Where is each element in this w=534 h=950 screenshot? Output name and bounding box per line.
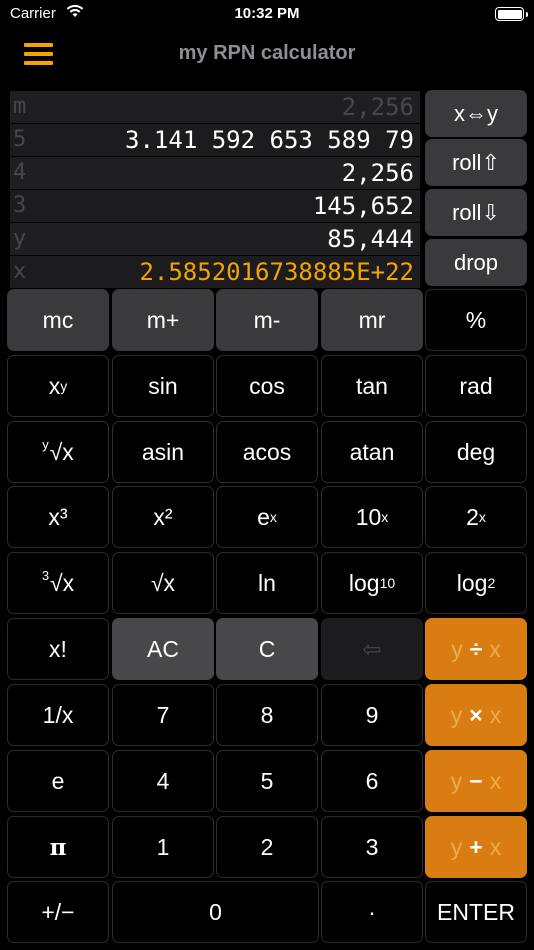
pi-button[interactable]: π [7,816,109,878]
log2-button[interactable]: log 2 [425,552,527,614]
stack-value: 2.5852016738885E+22 [139,258,414,286]
stack-row-3: 3 145,652 [10,190,420,222]
euler-e-button[interactable]: e [7,750,109,812]
atan-button[interactable]: atan [321,421,423,483]
sign-toggle-button[interactable]: +/− [7,881,109,943]
deg-button[interactable]: deg [425,421,527,483]
all-clear-button[interactable]: AC [112,618,214,680]
power-button[interactable]: xy [7,355,109,417]
status-bar: Carrier 10:32 PM [0,0,534,30]
stack-row-x: x 2.5852016738885E+22 [10,256,420,288]
operand-x: x [489,635,501,662]
stack-value: 85,444 [327,225,414,253]
digit-3-button[interactable]: 3 [321,816,423,878]
two-power-button[interactable]: 2x [425,486,527,548]
operand-y: y [450,767,463,794]
roll-down-button[interactable]: roll⇩ [425,189,527,236]
memory-subtract-button[interactable]: m- [216,289,318,351]
memory-clear-button[interactable]: mc [7,289,109,351]
digit-8-button[interactable]: 8 [216,684,318,746]
nth-root-button[interactable]: y √x [7,421,109,483]
two-base: 2 [466,503,479,530]
clock: 10:32 PM [234,5,300,22]
cbrt-symbol: √x [50,569,75,596]
digit-0-button[interactable]: 0 [112,881,319,943]
stack-display: m 2,256 5 3.141 592 653 589 79 4 2,256 3… [10,91,420,289]
ten-power-button[interactable]: 10 x [321,486,423,548]
operand-x: x [489,767,502,794]
digit-7-button[interactable]: 7 [112,684,214,746]
root-symbol: √x [49,438,74,465]
subtract-symbol: − [469,767,483,794]
memory-add-button[interactable]: m+ [112,289,214,351]
operand-x: x [489,701,502,728]
percent-button[interactable]: % [425,289,527,351]
add-button[interactable]: y + x [425,816,527,878]
stack-label: m [13,94,27,119]
multiply-symbol: × [469,701,483,728]
digit-9-button[interactable]: 9 [321,684,423,746]
app-title: my RPN calculator [178,42,356,64]
operand-y: y [450,833,463,860]
stack-row-y: y 85,444 [10,223,420,255]
stack-row-5: 5 3.141 592 653 589 79 [10,124,420,156]
enter-button[interactable]: ENTER [425,881,527,943]
power-base: x [48,372,61,399]
memory-recall-button[interactable]: mr [321,289,423,351]
square-button[interactable]: x² [112,486,214,548]
stack-label: 5 [13,127,27,152]
stack-label: 4 [13,160,27,185]
ln-button[interactable]: ln [216,552,318,614]
stack-value: 2,256 [341,159,414,187]
asin-button[interactable]: asin [112,421,214,483]
cos-button[interactable]: cos [216,355,318,417]
sin-button[interactable]: sin [112,355,214,417]
stack-label: x [13,259,27,284]
cube-root-button[interactable]: 3 √x [7,552,109,614]
digit-6-button[interactable]: 6 [321,750,423,812]
multiply-button[interactable]: y × x [425,684,527,746]
cbrt-index: 3 [41,567,50,583]
tan-button[interactable]: tan [321,355,423,417]
log10-base: log [348,569,380,596]
divide-symbol: ÷ [469,635,483,662]
digit-4-button[interactable]: 4 [112,750,214,812]
stack-value: 3.141 592 653 589 79 [125,126,414,154]
stack-row-4: 4 2,256 [10,157,420,189]
stack-value: 2,256 [341,93,414,121]
square-root-button[interactable]: √x [112,552,214,614]
exp-button[interactable]: ex [216,486,318,548]
stack-value: 145,652 [312,192,414,220]
operand-y: y [450,701,463,728]
ten-base: 10 [355,503,382,530]
digit-5-button[interactable]: 5 [216,750,318,812]
roll-up-button[interactable]: roll⇧ [425,139,527,186]
drop-button[interactable]: drop [425,239,527,286]
operand-x: x [489,833,502,860]
stack-row-memory: m 2,256 [10,91,420,123]
clear-button[interactable]: C [216,618,318,680]
exp-base: e [257,503,270,530]
acos-button[interactable]: acos [216,421,318,483]
factorial-button[interactable]: x! [7,618,109,680]
backspace-icon: ⇦ [362,635,382,662]
backspace-button[interactable]: ⇦ [321,618,423,680]
root-index: y [42,436,49,452]
stack-label: 3 [13,193,27,218]
add-symbol: + [469,833,483,860]
swap-xy-button[interactable]: x⇔y [425,90,527,137]
log10-button[interactable]: log 10 [321,552,423,614]
subtract-button[interactable]: y − x [425,750,527,812]
divide-button[interactable]: y ÷ x [425,618,527,680]
decimal-point-button[interactable]: · [321,881,423,943]
cube-button[interactable]: x³ [7,486,109,548]
stack-label: y [13,226,27,251]
log2-base: log [456,569,488,596]
digit-1-button[interactable]: 1 [112,816,214,878]
digit-2-button[interactable]: 2 [216,816,318,878]
battery-icon [495,7,528,21]
reciprocal-button[interactable]: 1/x [7,684,109,746]
rad-button[interactable]: rad [425,355,527,417]
operand-y: y [451,635,463,662]
